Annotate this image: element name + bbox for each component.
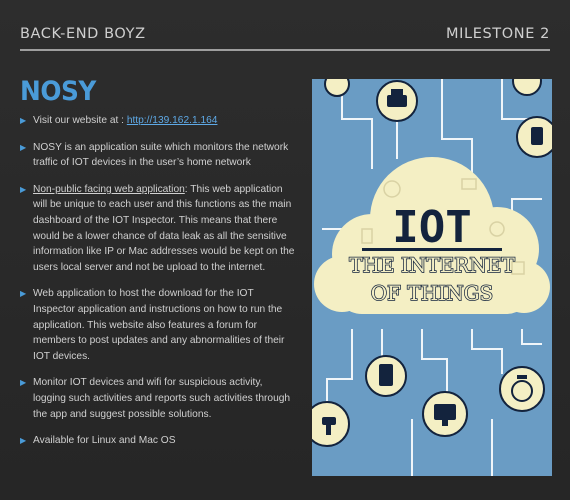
bullet-arrow-icon: ▶	[20, 289, 27, 299]
header-divider	[20, 49, 550, 51]
page-title: NOSY	[20, 76, 96, 107]
iot-illustration: IOT THE INTERNET OF THINGS	[312, 79, 552, 476]
bullet-description: ▶ NOSY is an application suite which mon…	[20, 140, 296, 171]
bullet-website: ▶ Visit our website at : http://139.162.…	[20, 113, 296, 129]
image-line2: OF THINGS	[371, 281, 494, 305]
image-heading: IOT	[392, 202, 471, 253]
bullet-underlined-term: Non-public facing web application	[33, 183, 185, 195]
header-milestone: MILESTONE 2	[446, 26, 550, 42]
bullet-text: Monitor IOT devices and wifi for suspici…	[33, 377, 291, 420]
bullet-monitor: ▶ Monitor IOT devices and wifi for suspi…	[20, 375, 296, 422]
bullet-arrow-icon: ▶	[20, 436, 27, 446]
bullet-platforms: ▶ Available for Linux and Mac OS	[20, 433, 296, 449]
bullet-text: NOSY is an application suite which monit…	[33, 141, 289, 169]
header-team-name: BACK-END BOYZ	[20, 26, 146, 42]
bullet-text: : This web application will be unique to…	[33, 183, 295, 273]
website-prefix: Visit our website at :	[33, 115, 127, 126]
bullet-text: Web application to host the download for…	[33, 288, 285, 362]
bullet-text: Available for Linux and Mac OS	[33, 435, 176, 447]
image-line1: THE INTERNET	[349, 253, 515, 277]
bullet-arrow-icon: ▶	[20, 142, 27, 152]
bullet-arrow-icon: ▶	[20, 378, 27, 388]
bullet-arrow-icon: ▶	[20, 184, 27, 194]
bullet-download: ▶ Web application to host the download f…	[20, 286, 296, 364]
bullet-list: ▶ Visit our website at : http://139.162.…	[20, 113, 296, 460]
website-link[interactable]: http://139.162.1.164	[127, 115, 218, 126]
bullet-web-app: ▶ Non-public facing web application: Thi…	[20, 182, 296, 276]
bullet-arrow-icon: ▶	[20, 116, 27, 125]
slide: BACK-END BOYZ MILESTONE 2 NOSY ▶ Visit o…	[0, 0, 570, 500]
